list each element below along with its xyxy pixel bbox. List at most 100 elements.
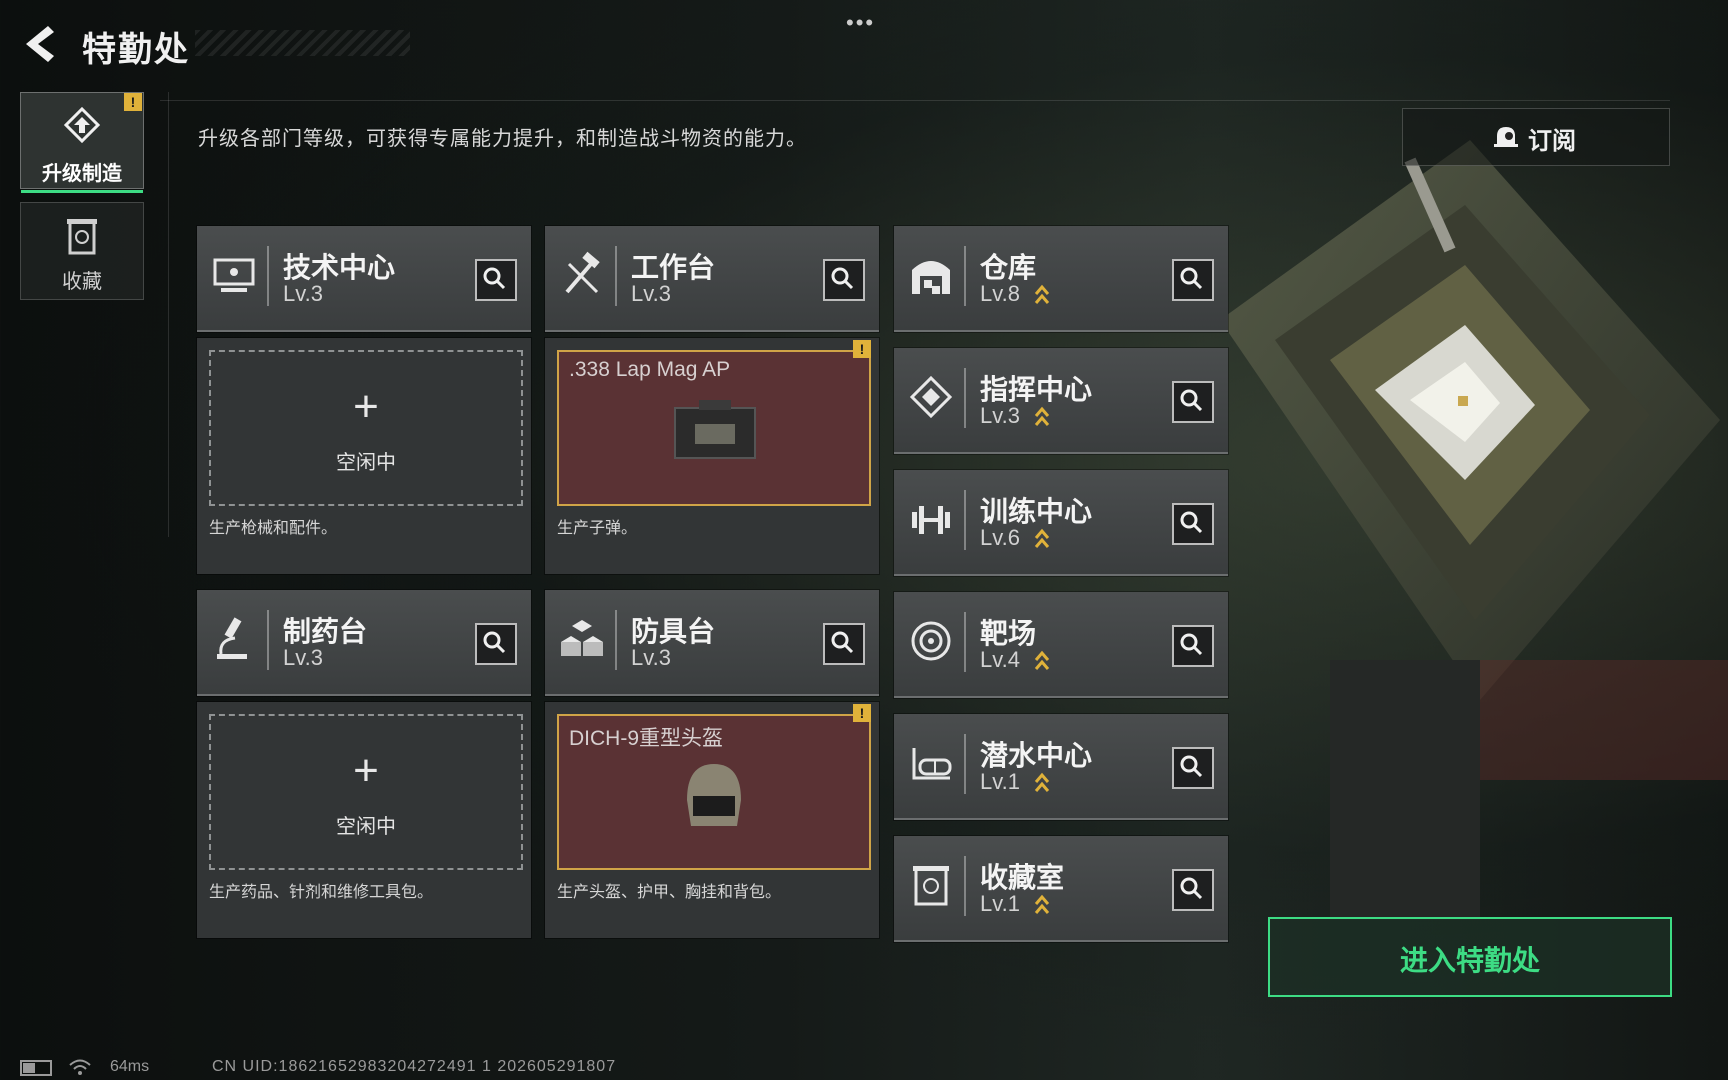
dept-name: 仓库 xyxy=(980,252,1037,283)
upgrade-available-icon xyxy=(1034,772,1050,792)
hammer-wrench-icon xyxy=(565,251,600,294)
dept-card-training-center[interactable]: 训练中心 Lv.6 xyxy=(894,470,1228,576)
top-bar: 特勤处 ••• xyxy=(0,0,1728,90)
search-icon xyxy=(1180,877,1203,900)
production-slot-empty[interactable]: + 空闲中 xyxy=(209,350,523,506)
inspect-button[interactable] xyxy=(823,259,865,301)
dept-level: Lv.3 xyxy=(631,645,671,670)
dept-card-warehouse[interactable]: 仓库 Lv.8 xyxy=(894,226,1228,332)
collection-icon xyxy=(67,219,97,255)
search-icon xyxy=(1180,389,1203,412)
card-divider xyxy=(615,610,617,670)
page-title: 特勤处 xyxy=(82,31,190,69)
production-panel-workbench: .338 Lap Mag AP ! 生产子弹。 xyxy=(545,338,879,574)
command-center-icon xyxy=(909,375,953,419)
enter-special-ops-button[interactable]: 进入特勤处 xyxy=(1268,917,1672,997)
dept-level: Lv.3 xyxy=(283,645,323,670)
card-divider xyxy=(964,246,966,306)
dept-card-shooting-range[interactable]: 靶场 Lv.4 xyxy=(894,592,1228,698)
dept-card-workbench[interactable]: 工作台 Lv.3 xyxy=(545,226,879,332)
diving-mask-icon xyxy=(912,748,952,780)
panel-description: 生产药品、针剂和维修工具包。 xyxy=(209,884,434,901)
dept-level: Lv.4 xyxy=(980,647,1020,672)
wifi-icon xyxy=(69,1059,91,1075)
inspect-button[interactable] xyxy=(475,259,517,301)
dept-name: 收藏室 xyxy=(980,862,1065,893)
dept-level: Lv.3 xyxy=(631,281,671,306)
collection-case-icon xyxy=(913,866,949,906)
panel-description: 生产子弹。 xyxy=(557,520,638,537)
dept-card-diving-center[interactable]: 潜水中心 Lv.1 xyxy=(894,714,1228,820)
dept-name: 防具台 xyxy=(631,616,716,647)
card-divider xyxy=(267,246,269,306)
inspect-button[interactable] xyxy=(1172,381,1214,423)
bell-icon xyxy=(1494,127,1518,147)
inspect-button[interactable] xyxy=(1172,869,1214,911)
dept-card-armor[interactable]: 防具台 Lv.3 xyxy=(545,590,879,696)
production-slot-item[interactable]: DICH-9重型头盔 ! xyxy=(557,704,871,870)
side-divider xyxy=(168,92,169,537)
dept-card-command-center[interactable]: 指挥中心 Lv.3 xyxy=(894,348,1228,454)
inspect-button[interactable] xyxy=(1172,625,1214,667)
upgrade-available-icon xyxy=(1034,406,1050,426)
dept-card-collection-room[interactable]: 收藏室 Lv.1 xyxy=(894,836,1228,942)
upgrade-available-icon xyxy=(1034,650,1050,670)
production-panel-tech-center: + 空闲中 生产枪械和配件。 xyxy=(197,338,531,574)
helmet-icon xyxy=(687,764,741,826)
active-tab-indicator xyxy=(21,190,143,193)
production-slot-item[interactable]: .338 Lap Mag AP ! xyxy=(557,340,871,506)
back-button[interactable] xyxy=(18,22,62,66)
battery-icon xyxy=(20,1060,52,1076)
upgrade-available-icon xyxy=(1034,284,1050,304)
inspect-button[interactable] xyxy=(1172,259,1214,301)
search-icon xyxy=(831,267,854,290)
tab-upgrade-craft[interactable]: 升级制造 ! xyxy=(20,92,144,193)
dumbbell-icon xyxy=(912,506,950,534)
dept-name: 工作台 xyxy=(631,252,716,283)
search-icon xyxy=(1180,633,1203,656)
target-icon xyxy=(911,621,951,661)
dept-name: 技术中心 xyxy=(283,252,396,283)
header-divider xyxy=(160,100,1670,101)
search-icon xyxy=(831,631,854,654)
upgrade-craft-icon xyxy=(63,107,101,143)
slot-state: 空闲中 xyxy=(336,452,396,474)
dept-name: 潜水中心 xyxy=(980,740,1093,771)
dept-name: 制药台 xyxy=(283,616,368,647)
title-decoration xyxy=(195,30,410,56)
subscribe-button[interactable]: 订阅 xyxy=(1402,108,1670,166)
dept-level: Lv.3 xyxy=(283,281,323,306)
dept-level: Lv.6 xyxy=(980,525,1020,550)
notification-badge: ! xyxy=(124,93,142,111)
inspect-button[interactable] xyxy=(475,623,517,665)
dept-card-pharmacy[interactable]: 制药台 Lv.3 xyxy=(197,590,531,696)
background-machine-art xyxy=(1220,140,1728,920)
production-slot-empty[interactable]: + 空闲中 xyxy=(209,714,523,870)
enter-button-label: 进入特勤处 xyxy=(1399,945,1540,976)
item-name: .338 Lap Mag AP xyxy=(569,358,731,381)
notification-badge: ! xyxy=(853,704,871,722)
ping-value: 64ms xyxy=(110,1058,150,1075)
inspect-button[interactable] xyxy=(1172,747,1214,789)
card-divider xyxy=(615,246,617,306)
dept-card-tech-center[interactable]: 技术中心 Lv.3 xyxy=(197,226,531,332)
inspect-button[interactable] xyxy=(823,623,865,665)
inspect-button[interactable] xyxy=(1172,503,1214,545)
upgrade-available-icon xyxy=(1034,528,1050,548)
search-icon xyxy=(483,267,506,290)
search-icon xyxy=(1180,755,1203,778)
cubes-icon xyxy=(561,620,603,656)
more-menu-icon[interactable]: ••• xyxy=(846,10,875,36)
add-icon: + xyxy=(353,746,379,795)
search-icon xyxy=(1180,267,1203,290)
microscope-icon xyxy=(217,617,247,659)
user-uid: CN UID:18621652983204272491 1 2026052918… xyxy=(212,1058,617,1075)
computer-icon xyxy=(213,258,255,292)
panel-description: 生产枪械和配件。 xyxy=(209,520,338,537)
search-icon xyxy=(1180,511,1203,534)
tab-collection[interactable]: 收藏 xyxy=(20,202,144,300)
dept-name: 训练中心 xyxy=(980,496,1093,527)
panel-description: 生产头盔、护甲、胸挂和背包。 xyxy=(557,884,782,901)
ammo-box-icon xyxy=(674,400,756,459)
dept-name: 指挥中心 xyxy=(980,374,1093,405)
